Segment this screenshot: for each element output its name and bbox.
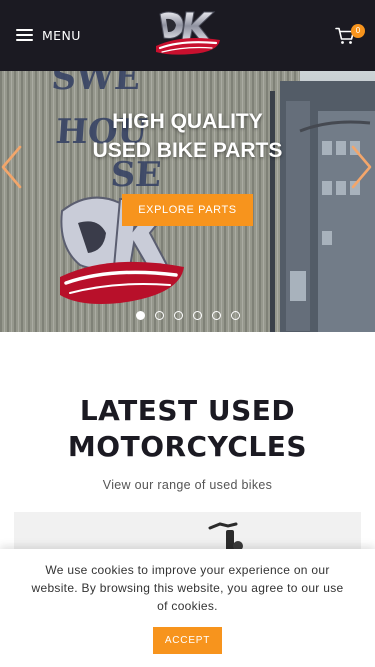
slider-dot-3[interactable] [173,311,183,320]
cart-count-badge: 0 [351,24,365,38]
hero-slider: SWE HOU SE HIGH QUALITY USED BIKE PARTS … [0,71,375,332]
hamburger-icon [16,29,33,41]
cookie-message: We use cookies to improve your experienc… [31,563,344,613]
menu-label: MENU [42,27,81,43]
slider-next-button[interactable] [351,145,373,189]
latest-section-title: LATEST USED MOTORCYCLES [0,393,375,465]
latest-title-line-1: LATEST USED [79,394,296,427]
cart-button[interactable]: 0 [335,24,365,48]
slider-dot-6[interactable] [230,311,240,320]
latest-title-line-2: MOTORCYCLES [67,430,308,463]
slider-dot-4[interactable] [192,311,202,320]
hero-title-line-1: HIGH QUALITY [112,110,263,133]
slider-prev-button[interactable] [0,145,22,189]
slider-dot-2[interactable] [154,311,164,320]
hero-title: HIGH QUALITY USED BIKE PARTS [0,107,375,165]
accept-cookies-button[interactable]: ACCEPT [153,627,222,654]
hero-title-line-2: USED BIKE PARTS [92,139,283,162]
chevron-left-icon [1,145,22,189]
site-logo[interactable] [152,8,224,60]
menu-button[interactable]: MENU [16,24,81,46]
latest-section-subtitle: View our range of used bikes [102,478,273,492]
chevron-right-icon [351,145,372,189]
slider-dot-1[interactable] [135,311,145,320]
slider-pagination [0,311,375,320]
explore-parts-button[interactable]: EXPLORE PARTS [122,194,253,226]
cookie-banner: We use cookies to improve your experienc… [0,549,375,667]
site-header: MENU 0 [0,0,375,71]
slider-dot-5[interactable] [211,311,221,320]
